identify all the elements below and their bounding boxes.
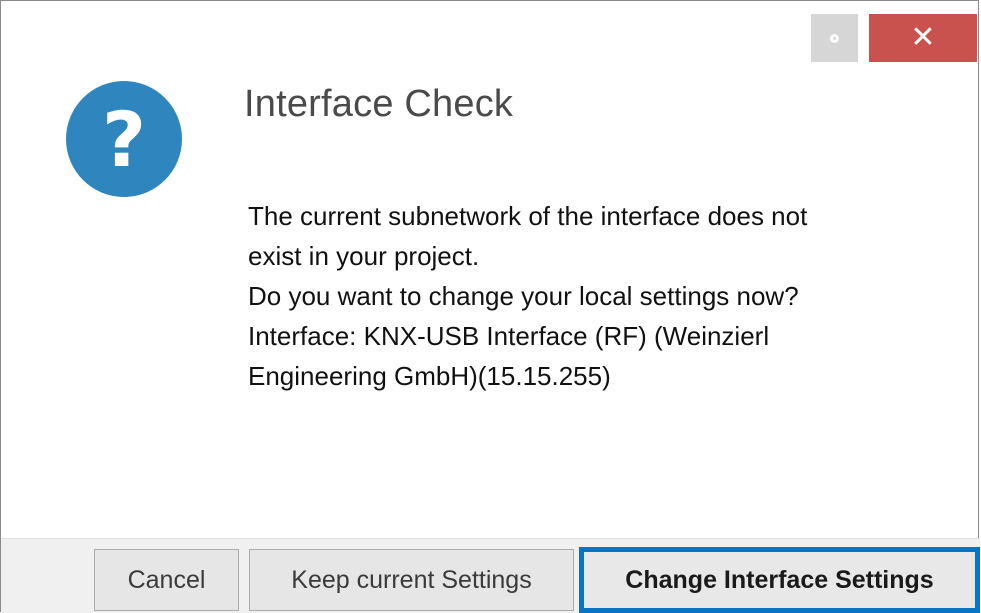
message-line: Interface: KNX-USB Interface (RF) (Weinz… [248, 321, 770, 351]
close-icon: ✕ [910, 20, 936, 55]
interface-check-dialog: ✕ ? Interface Check The current subnetwo… [0, 0, 980, 613]
message-line: exist in your project. [248, 241, 480, 271]
message-line: Do you want to change your local setting… [248, 281, 799, 311]
question-icon: ? [66, 81, 182, 197]
close-button[interactable]: ✕ [869, 14, 977, 62]
message-line: The current subnetwork of the interface … [248, 201, 808, 231]
message-line: Engineering GmbH)(15.15.255) [248, 361, 611, 391]
dialog-title: Interface Check [244, 83, 514, 125]
gear-icon [830, 33, 839, 43]
change-interface-settings-button[interactable]: Change Interface Settings [579, 547, 980, 613]
dialog-message: The current subnetwork of the interface … [248, 196, 948, 396]
settings-button[interactable] [811, 14, 858, 62]
cancel-button[interactable]: Cancel [94, 549, 239, 611]
keep-current-settings-button[interactable]: Keep current Settings [249, 549, 574, 611]
